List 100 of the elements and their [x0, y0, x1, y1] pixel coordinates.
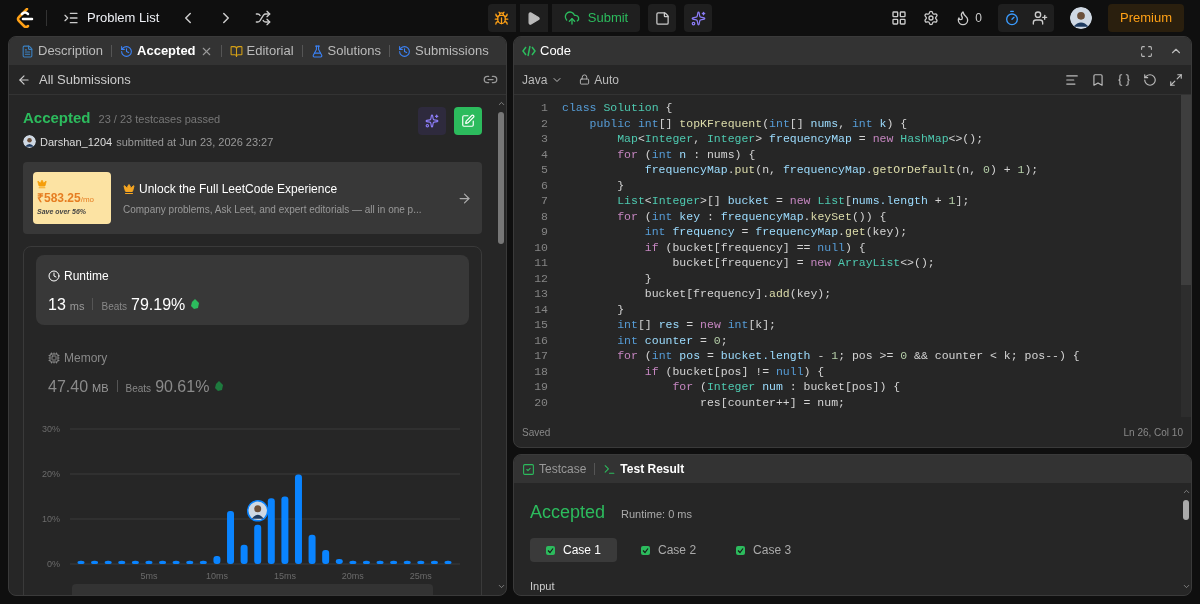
histogram-bar [213, 555, 221, 564]
histogram-bar [362, 560, 370, 564]
submitted-time: submitted at Jun 23, 2026 23:27 [116, 134, 274, 150]
metric-card[interactable]: Runtime 13 ms Beats 79.19% [36, 255, 469, 325]
code-line: } [616, 177, 625, 193]
line-number: 4 [540, 146, 548, 162]
bookmark-icon[interactable] [1091, 72, 1105, 87]
layout-icon[interactable] [891, 10, 908, 26]
premium-button[interactable]: Premium [1108, 4, 1184, 32]
save-status: Saved [522, 425, 551, 440]
line-number: 12 [533, 270, 548, 286]
tab[interactable]: Editorial [225, 41, 298, 61]
line-number: 5 [540, 162, 548, 178]
x-tick-label: 10ms [205, 571, 228, 581]
metric-label: Runtime [64, 268, 109, 285]
histogram-bar [227, 510, 234, 564]
histogram-bar [281, 496, 289, 564]
crown-icon [37, 178, 47, 189]
x-tick-label: 20ms [341, 571, 364, 581]
beats-label: Beats [101, 300, 128, 314]
tab[interactable]: Accepted [116, 41, 217, 61]
scrollbar-thumb[interactable] [1181, 95, 1191, 285]
histogram-bar [186, 560, 194, 564]
tab[interactable]: Testcase [522, 460, 587, 478]
case-tab[interactable]: Case 2 [625, 538, 713, 562]
line-number: 13 [533, 286, 548, 302]
settings-icon[interactable] [923, 10, 940, 26]
crown-icon [123, 182, 135, 195]
analyze-button[interactable] [418, 107, 446, 135]
histogram-bar [444, 560, 452, 564]
result-status: Accepted [530, 501, 606, 524]
bug-icon [494, 10, 510, 26]
expand-icon[interactable] [1169, 72, 1183, 87]
code-icon [522, 45, 536, 57]
chart-scrollbar[interactable] [72, 584, 433, 595]
tab-icon [603, 462, 617, 476]
line-number: 14 [533, 301, 548, 317]
submission-status: Accepted [23, 108, 91, 128]
y-tick-label: 30% [42, 424, 60, 434]
histogram-bar [308, 534, 316, 564]
tab[interactable]: Test Result [603, 460, 685, 478]
tab[interactable]: Submissions [394, 41, 493, 61]
chip-icon [48, 352, 60, 364]
line-number: 6 [540, 177, 548, 193]
testcases-passed: 23 / 23 testcases passed [98, 112, 221, 127]
debug-button[interactable] [487, 4, 516, 32]
cloud-upload-icon [563, 10, 580, 26]
username[interactable]: Darshan_1204 [40, 133, 113, 150]
tab-icon [522, 462, 535, 476]
all-submissions-link[interactable]: All Submissions [17, 69, 131, 90]
submit-button[interactable]: Submit [551, 4, 641, 32]
case-tab[interactable]: Case 1 [530, 538, 618, 562]
promo-description: Company problems, Ask Leet, and expert editorials — all in one p... [123, 202, 423, 217]
ai-button[interactable] [684, 4, 713, 32]
shuffle-icon[interactable] [255, 10, 272, 26]
tab[interactable]: Description [17, 41, 108, 61]
scroll-up-icon[interactable] [496, 99, 506, 108]
metric-label: Memory [64, 350, 108, 367]
list-icon [63, 10, 79, 26]
line-number: 7 [540, 193, 548, 209]
scrollbar-thumb[interactable] [1183, 500, 1189, 520]
y-tick-label: 10% [42, 514, 60, 524]
code-line: if (bucket[pos] != null) { [643, 363, 825, 379]
reset-icon[interactable] [1143, 72, 1157, 87]
format-icon[interactable] [1065, 72, 1079, 87]
case-tab[interactable]: Case 3 [720, 538, 808, 562]
promo-title: Unlock the Full LeetCode Experience [139, 180, 338, 198]
promo-price: ₹583.25 [37, 189, 81, 207]
braces-icon[interactable] [1117, 72, 1131, 87]
language-select[interactable]: Java [522, 70, 564, 89]
logo-icon[interactable] [16, 8, 34, 28]
play-icon [526, 10, 542, 26]
problem-list-button[interactable]: Problem List [59, 8, 164, 28]
histogram-bar [417, 560, 425, 564]
x-tick-label: 5ms [140, 571, 158, 581]
histogram-bar [77, 560, 85, 564]
line-number: 1 [540, 100, 548, 116]
histogram-bar [104, 560, 112, 564]
scrollbar-thumb[interactable] [498, 112, 504, 244]
histogram-bar [145, 560, 153, 564]
histogram-bar [349, 560, 357, 564]
code-line: } [643, 270, 652, 286]
scroll-up-icon[interactable] [1181, 487, 1191, 496]
mode-select[interactable]: Auto [579, 70, 620, 89]
line-number: 10 [533, 239, 548, 255]
scrollbar[interactable] [1181, 95, 1191, 417]
tab[interactable]: Solutions [306, 41, 385, 61]
code-line: frequencyMap.put(n, frequencyMap.getOrDefault(n, 0) + 1); [643, 162, 1039, 178]
note-button[interactable] [648, 4, 677, 32]
histogram-bar [91, 560, 99, 564]
edit-icon [461, 114, 475, 128]
maximize-icon[interactable] [1140, 44, 1153, 58]
scroll-down-icon[interactable] [496, 582, 506, 591]
metric-card[interactable]: Memory 47.40 MB Beats 90.61% [36, 337, 469, 407]
beats-label: Beats [125, 382, 152, 396]
edit-button[interactable] [454, 107, 482, 135]
run-button[interactable] [519, 4, 548, 32]
scroll-down-icon[interactable] [1181, 582, 1191, 591]
code-line: List<Integer>[] bucket = new List[nums.length + 1]; [616, 193, 970, 209]
code-line: class Solution { [561, 100, 673, 116]
